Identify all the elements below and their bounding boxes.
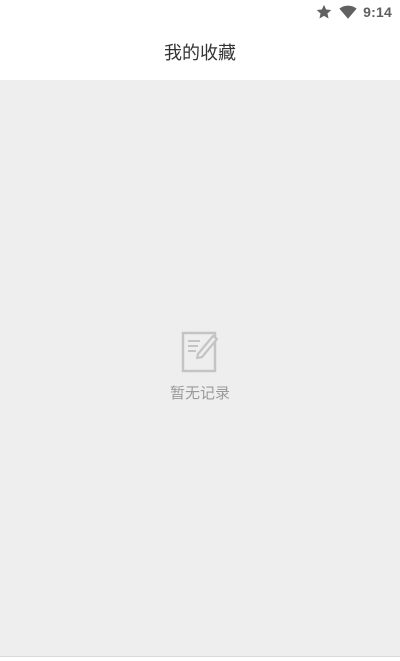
page-title: 我的收藏 [164,43,236,64]
bottom-divider [0,656,400,661]
app-bar: 我的收藏 [0,24,400,80]
status-indicators: 9:14 [315,3,392,21]
wifi-icon [339,3,357,21]
note-edit-icon [180,330,220,374]
empty-message: 暂无记录 [169,384,230,402]
favorites-content: 暂无记录 [0,80,400,656]
status-bar: 9:14 [0,0,400,24]
status-time: 9:14 [363,4,392,20]
empty-state: 暂无记录 [0,330,400,403]
star-icon [315,3,333,21]
